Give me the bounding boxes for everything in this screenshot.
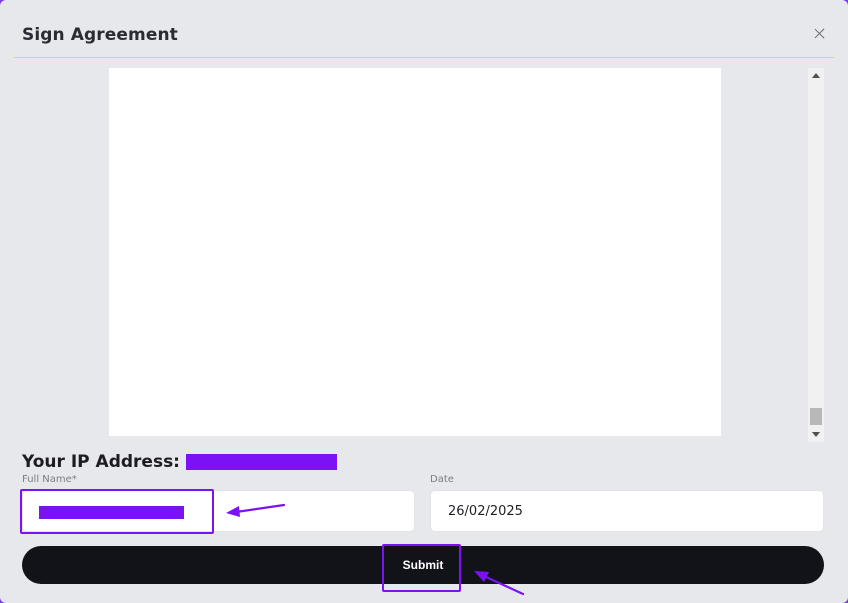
ip-address-label: Your IP Address: [22, 452, 180, 472]
dialog-title: Sign Agreement [22, 25, 178, 45]
dialog-header: Sign Agreement [14, 0, 834, 58]
sign-agreement-dialog: Sign Agreement Your IP Address: Full Nam… [0, 0, 848, 603]
close-icon[interactable] [812, 26, 828, 42]
date-value: 26/02/2025 [448, 504, 523, 519]
full-name-label: Full Name* [22, 474, 77, 485]
submit-button[interactable]: Submit [22, 546, 824, 584]
full-name-input[interactable] [22, 490, 415, 532]
scroll-up-arrow-icon[interactable] [808, 68, 824, 84]
document-scrollbar[interactable] [808, 68, 824, 442]
date-label: Date [430, 474, 454, 485]
date-input[interactable]: 26/02/2025 [430, 490, 824, 532]
agreement-document-viewer[interactable] [109, 68, 721, 436]
scroll-down-arrow-icon[interactable] [808, 426, 824, 442]
submit-button-label: Submit [402, 558, 444, 572]
ip-address-redacted-value [186, 454, 337, 470]
scroll-thumb[interactable] [810, 408, 822, 425]
full-name-redacted-value [39, 506, 184, 519]
